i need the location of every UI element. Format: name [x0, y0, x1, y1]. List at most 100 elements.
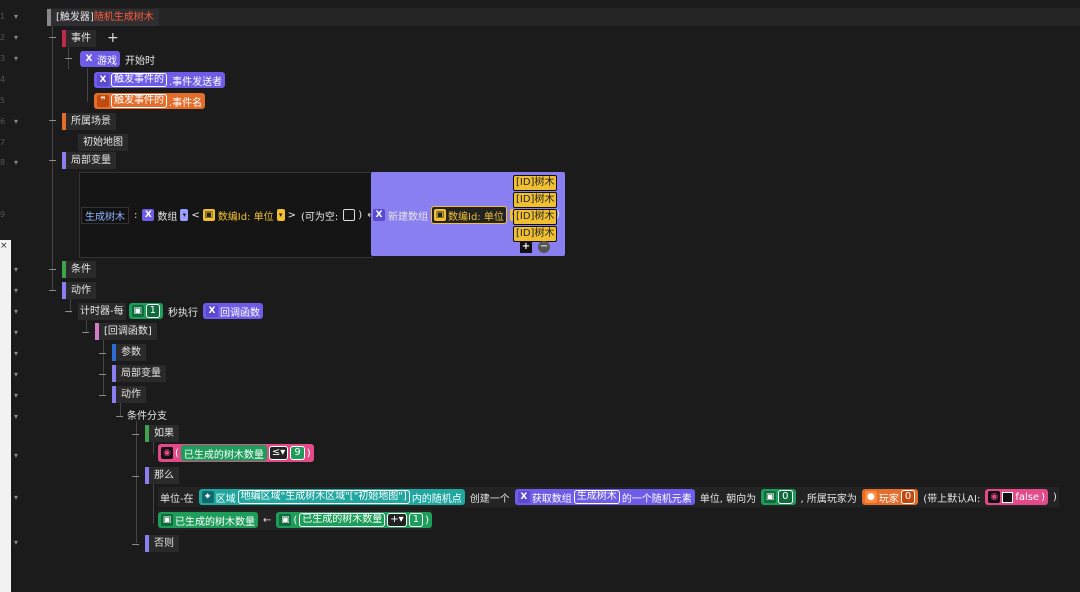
if-var-chip[interactable]: 已生成的树木数量: [180, 445, 267, 461]
timer-interval-chip[interactable]: ▣ 1: [128, 303, 163, 319]
array-item[interactable]: [ID]树木: [513, 226, 558, 242]
region-value[interactable]: 地编区域"生成树木区域"["初始地图"]: [237, 490, 410, 504]
create-unit-row[interactable]: 单位-在 ⌖ 区域 地编区域"生成树木区域"["初始地图"] 内的随机点 创建一…: [158, 487, 1059, 507]
timer-value[interactable]: 1: [145, 304, 160, 318]
locals-label[interactable]: 局部变量: [112, 364, 166, 382]
scene-value[interactable]: 初始地图: [78, 133, 128, 151]
collapse-icon[interactable]: −: [131, 428, 140, 441]
array-item[interactable]: [ID]树木: [513, 192, 558, 208]
fold-toggle-icon[interactable]: ▾: [14, 286, 18, 295]
fold-toggle-icon[interactable]: ▾: [14, 538, 18, 547]
player-chip-label: 玩家: [878, 493, 899, 505]
random-elem-text: 的一个随机元素: [621, 493, 692, 505]
scene-label[interactable]: 所属场景: [62, 112, 116, 130]
if-operator-dropdown[interactable]: ≤▾: [268, 446, 289, 460]
param2-chip[interactable]: ❞ 触发事件的 .事件名: [94, 93, 206, 109]
timer-row[interactable]: 计时器-每 ▣ 1 秒执行 X 回调函数: [78, 302, 263, 320]
array-item[interactable]: [ID]树木: [513, 175, 558, 191]
cube-icon: ▣: [202, 209, 215, 221]
assign-operator-dropdown[interactable]: +▾: [387, 513, 407, 527]
collapse-icon[interactable]: −: [64, 305, 73, 318]
action-label[interactable]: 动作: [62, 281, 96, 299]
if-value[interactable]: 9: [290, 446, 305, 460]
else-label[interactable]: 否则: [145, 534, 179, 552]
fold-toggle-icon[interactable]: ▾: [14, 451, 18, 460]
branch-label[interactable]: 条件分支: [125, 407, 169, 422]
fold-toggle-icon[interactable]: ▾: [14, 349, 18, 358]
collapse-icon[interactable]: −: [98, 389, 107, 402]
player-chip[interactable]: ● 玩家 0: [861, 489, 919, 505]
facing-chip[interactable]: ▣ 0: [761, 489, 796, 505]
fold-toggle-icon[interactable]: ▾: [14, 117, 18, 126]
game-chip[interactable]: X 游戏: [80, 51, 120, 67]
eye-icon: ◉: [988, 491, 1001, 503]
actions-label[interactable]: 动作: [112, 385, 146, 403]
nullable-checkbox[interactable]: [343, 209, 356, 221]
facing-value[interactable]: 0: [778, 490, 793, 504]
number-icon: ▣: [161, 514, 173, 526]
if-label[interactable]: 如果: [145, 424, 179, 442]
local-var-label[interactable]: 局部变量: [62, 151, 116, 169]
fold-toggle-icon[interactable]: ▾: [14, 54, 18, 63]
fold-toggle-icon[interactable]: ▾: [14, 370, 18, 379]
collapse-icon[interactable]: −: [48, 31, 57, 44]
timer-suffix: 秒执行: [167, 307, 198, 319]
collapse-icon[interactable]: −: [48, 284, 57, 297]
var-name-input[interactable]: 生成树木: [81, 206, 129, 224]
collapse-icon[interactable]: −: [131, 470, 140, 483]
assign-row[interactable]: ▣ 已生成的树木数量 ← ▣ ( 已生成的树木数量 +▾ 1 ): [158, 510, 432, 530]
collapse-icon[interactable]: −: [81, 326, 90, 339]
fold-toggle-icon[interactable]: ▾: [14, 307, 18, 316]
callback-chip[interactable]: X 回调函数: [202, 303, 263, 319]
collapse-icon[interactable]: −: [98, 347, 107, 360]
condition-label[interactable]: 条件: [62, 260, 96, 278]
event-param-sender[interactable]: X 触发事件的 .事件发送者: [94, 71, 226, 89]
fold-toggle-icon[interactable]: ▾: [14, 412, 18, 421]
array-name[interactable]: 生成树木: [573, 490, 620, 504]
if-condition-row[interactable]: ◉ ( 已生成的树木数量 ≤▾ 9 ): [158, 444, 314, 462]
event-game-start[interactable]: X 游戏 开始时: [80, 50, 157, 68]
region-chip[interactable]: ⌖ 区域 地编区域"生成树木区域"["初始地图"] 内的随机点: [198, 489, 465, 505]
callback-label[interactable]: [回调函数]: [95, 322, 157, 340]
collapse-icon[interactable]: −: [48, 114, 57, 127]
bool-checkbox[interactable]: [1002, 491, 1014, 503]
assign-target-chip[interactable]: ▣ 已生成的树木数量: [158, 512, 258, 528]
assign-value[interactable]: 1: [408, 513, 424, 527]
fold-toggle-icon[interactable]: ▾: [14, 33, 18, 42]
event-param-name[interactable]: ❞ 触发事件的 .事件名: [94, 92, 206, 110]
add-item-icon[interactable]: +: [520, 241, 532, 253]
params-label[interactable]: 参数: [112, 343, 146, 361]
array-dropdown-icon[interactable]: ▾: [180, 209, 189, 221]
trigger-label[interactable]: [触发器]随机生成树木: [47, 8, 159, 26]
array-item[interactable]: [ID]树木: [513, 209, 558, 225]
else-row: 否则: [145, 534, 179, 552]
collapse-icon[interactable]: −: [48, 154, 57, 167]
add-event-icon[interactable]: +: [99, 30, 119, 46]
fold-toggle-icon[interactable]: ▾: [14, 265, 18, 274]
fold-toggle-icon[interactable]: ▾: [14, 328, 18, 337]
event-label[interactable]: 事件: [62, 29, 96, 47]
if-row: 如果: [145, 424, 179, 442]
collapse-icon[interactable]: −: [64, 52, 73, 65]
ai-chip[interactable]: ◉ false ): [985, 489, 1049, 505]
collapse-icon[interactable]: −: [48, 263, 57, 276]
get-array-chip[interactable]: X 获取数组 生成树木 的一个随机元素: [514, 489, 695, 505]
remove-item-icon[interactable]: −: [538, 241, 550, 253]
compare-expression[interactable]: ◉ ( 已生成的树木数量 ≤▾ 9 ): [158, 444, 314, 462]
player-value[interactable]: 0: [900, 490, 916, 504]
fold-toggle-icon[interactable]: ▾: [14, 12, 18, 21]
type-dropdown-icon[interactable]: ▾: [276, 209, 285, 221]
close-icon[interactable]: ×: [0, 241, 8, 251]
assign-src[interactable]: 已生成的树木数量: [299, 513, 386, 527]
collapse-icon[interactable]: −: [115, 410, 124, 423]
fold-toggle-icon[interactable]: ▾: [14, 158, 18, 167]
fold-toggle-icon[interactable]: ▾: [14, 391, 18, 400]
param1-chip[interactable]: X 触发事件的 .事件发送者: [94, 72, 226, 88]
assign-expression-chip[interactable]: ▣ ( 已生成的树木数量 +▾ 1 ): [276, 512, 432, 528]
fold-toggle-icon[interactable]: ▾: [14, 493, 18, 502]
collapse-icon[interactable]: −: [131, 538, 140, 551]
new-array-type[interactable]: ▣ 数编Id: 单位: [431, 206, 507, 224]
then-label[interactable]: 那么: [145, 466, 179, 484]
collapse-icon[interactable]: −: [98, 368, 107, 381]
trigger-header[interactable]: [触发器]随机生成树木: [47, 8, 159, 26]
